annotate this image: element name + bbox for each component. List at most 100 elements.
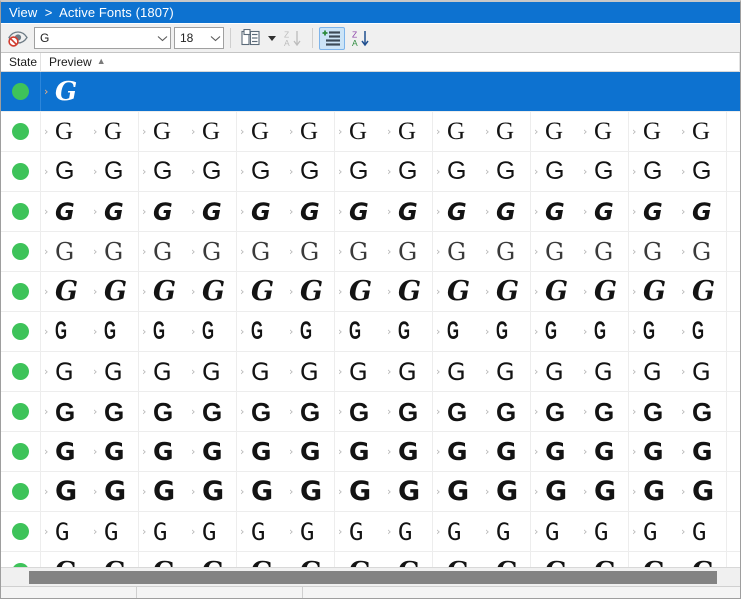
expand-chevron-icon[interactable]: › xyxy=(191,446,200,457)
font-preview-item[interactable]: ›G xyxy=(678,352,727,391)
expand-chevron-icon[interactable]: › xyxy=(44,286,53,297)
font-preview-item[interactable]: ›G xyxy=(90,512,139,551)
expand-chevron-icon[interactable]: › xyxy=(289,566,298,567)
expand-chevron-icon[interactable]: › xyxy=(289,326,298,337)
font-preview-item[interactable]: ›G xyxy=(629,472,678,511)
font-preview-item[interactable]: ›G xyxy=(678,112,727,151)
font-preview-item[interactable]: ›G xyxy=(90,312,139,351)
expand-chevron-icon[interactable]: › xyxy=(338,126,347,137)
font-preview-item[interactable]: ›G xyxy=(139,192,188,231)
font-preview-item[interactable]: ›G xyxy=(188,232,237,271)
font-preview-item[interactable]: ›G xyxy=(139,512,188,551)
font-preview-item[interactable]: ›G xyxy=(139,352,188,391)
expand-chevron-icon[interactable]: › xyxy=(681,246,690,257)
expand-chevron-icon[interactable]: › xyxy=(93,446,102,457)
font-preview-item[interactable]: ›G xyxy=(482,232,531,271)
font-preview-item[interactable]: ›G xyxy=(41,472,90,511)
font-preview-item[interactable]: ›G xyxy=(482,432,531,471)
expand-chevron-icon[interactable]: › xyxy=(681,446,690,457)
expand-chevron-icon[interactable]: › xyxy=(534,406,543,417)
expand-chevron-icon[interactable]: › xyxy=(583,246,592,257)
expand-chevron-icon[interactable]: › xyxy=(142,286,151,297)
expand-chevron-icon[interactable]: › xyxy=(142,526,151,537)
state-cell[interactable] xyxy=(1,352,41,391)
expand-chevron-icon[interactable]: › xyxy=(289,406,298,417)
font-preview-item[interactable]: ›G xyxy=(41,72,90,111)
expand-chevron-icon[interactable]: › xyxy=(142,486,151,497)
expand-chevron-icon[interactable]: › xyxy=(240,126,249,137)
font-preview-item[interactable]: ›G xyxy=(237,352,286,391)
font-preview-item[interactable]: ›G xyxy=(188,432,237,471)
font-preview-item[interactable]: ›G xyxy=(41,552,90,568)
table-row[interactable]: ›G›G›G›G›G›G›G›G›G›G›G›G›G›G xyxy=(1,472,740,512)
expand-chevron-icon[interactable]: › xyxy=(485,446,494,457)
font-preview-item[interactable]: ›G xyxy=(90,472,139,511)
expand-chevron-icon[interactable]: › xyxy=(44,126,53,137)
state-cell[interactable] xyxy=(1,272,41,311)
state-cell[interactable] xyxy=(1,552,41,567)
font-preview-item[interactable]: ›G xyxy=(678,472,727,511)
expand-chevron-icon[interactable]: › xyxy=(534,366,543,377)
font-preview-item[interactable]: ›G xyxy=(482,112,531,151)
font-preview-item[interactable]: ›G xyxy=(629,432,678,471)
expand-chevron-icon[interactable]: › xyxy=(289,486,298,497)
font-preview-item[interactable]: ›G xyxy=(188,352,237,391)
expand-chevron-icon[interactable]: › xyxy=(387,246,396,257)
expand-chevron-icon[interactable]: › xyxy=(436,486,445,497)
expand-chevron-icon[interactable]: › xyxy=(191,166,200,177)
font-preview-item[interactable]: ›G xyxy=(188,272,237,311)
expand-chevron-icon[interactable]: › xyxy=(93,206,102,217)
expand-chevron-icon[interactable]: › xyxy=(93,526,102,537)
font-preview-item[interactable]: ›G xyxy=(678,432,727,471)
expand-chevron-icon[interactable]: › xyxy=(485,406,494,417)
font-preview-item[interactable]: ›G xyxy=(384,472,433,511)
font-preview-item[interactable]: ›G xyxy=(237,512,286,551)
expand-chevron-icon[interactable]: › xyxy=(93,286,102,297)
font-preview-item[interactable]: ›G xyxy=(531,232,580,271)
state-cell[interactable] xyxy=(1,312,41,351)
font-preview-item[interactable]: ›G xyxy=(286,232,335,271)
expand-chevron-icon[interactable]: › xyxy=(387,326,396,337)
font-preview-item[interactable]: ›G xyxy=(629,552,678,568)
expand-chevron-icon[interactable]: › xyxy=(142,566,151,567)
font-preview-item[interactable]: ›G xyxy=(482,552,531,567)
font-preview-item[interactable]: ›G xyxy=(629,352,678,391)
expand-chevron-icon[interactable]: › xyxy=(240,486,249,497)
font-preview-item[interactable]: ›G xyxy=(237,152,286,191)
expand-chevron-icon[interactable]: › xyxy=(387,166,396,177)
font-preview-item[interactable]: ›G xyxy=(629,272,678,311)
font-preview-item[interactable]: ›G xyxy=(433,392,482,431)
font-preview-item[interactable]: ›G xyxy=(678,232,727,271)
table-row[interactable]: ›G›G›G›G›G›G›G›G›G›G›G›G›G›G xyxy=(1,552,740,567)
expand-chevron-icon[interactable]: › xyxy=(436,366,445,377)
font-preview-item[interactable]: ›G xyxy=(41,512,90,551)
font-preview-item[interactable]: ›G xyxy=(580,472,629,511)
font-preview-item[interactable]: ›G xyxy=(629,152,678,191)
expand-chevron-icon[interactable]: › xyxy=(93,406,102,417)
expand-chevron-icon[interactable]: › xyxy=(191,246,200,257)
expand-chevron-icon[interactable]: › xyxy=(632,366,641,377)
state-cell[interactable] xyxy=(1,392,41,431)
font-preview-item[interactable]: ›G xyxy=(41,152,90,191)
font-preview-item[interactable]: ›G xyxy=(384,112,433,151)
active-state-dot-icon[interactable] xyxy=(12,523,29,540)
font-preview-item[interactable]: ›G xyxy=(384,232,433,271)
font-preview-item[interactable]: ›G xyxy=(41,112,90,151)
expand-chevron-icon[interactable]: › xyxy=(534,286,543,297)
font-preview-item[interactable]: ›G xyxy=(237,112,286,151)
font-preview-item[interactable]: ›G xyxy=(531,432,580,471)
state-cell[interactable] xyxy=(1,472,41,511)
expand-chevron-icon[interactable]: › xyxy=(583,486,592,497)
font-preview-item[interactable]: ›G xyxy=(286,472,335,511)
expand-chevron-icon[interactable]: › xyxy=(632,446,641,457)
font-preview-item[interactable]: ›G xyxy=(629,232,678,271)
expand-chevron-icon[interactable]: › xyxy=(485,286,494,297)
expand-chevron-icon[interactable]: › xyxy=(142,446,151,457)
dropdown-caret-icon[interactable] xyxy=(266,27,277,50)
font-preview-item[interactable]: ›G xyxy=(286,392,335,431)
font-preview-item[interactable]: ›G xyxy=(384,352,433,391)
font-preview-item[interactable]: ›G xyxy=(41,432,90,471)
expand-chevron-icon[interactable]: › xyxy=(681,206,690,217)
font-preview-item[interactable]: ›G xyxy=(629,512,678,551)
expand-chevron-icon[interactable]: › xyxy=(289,286,298,297)
